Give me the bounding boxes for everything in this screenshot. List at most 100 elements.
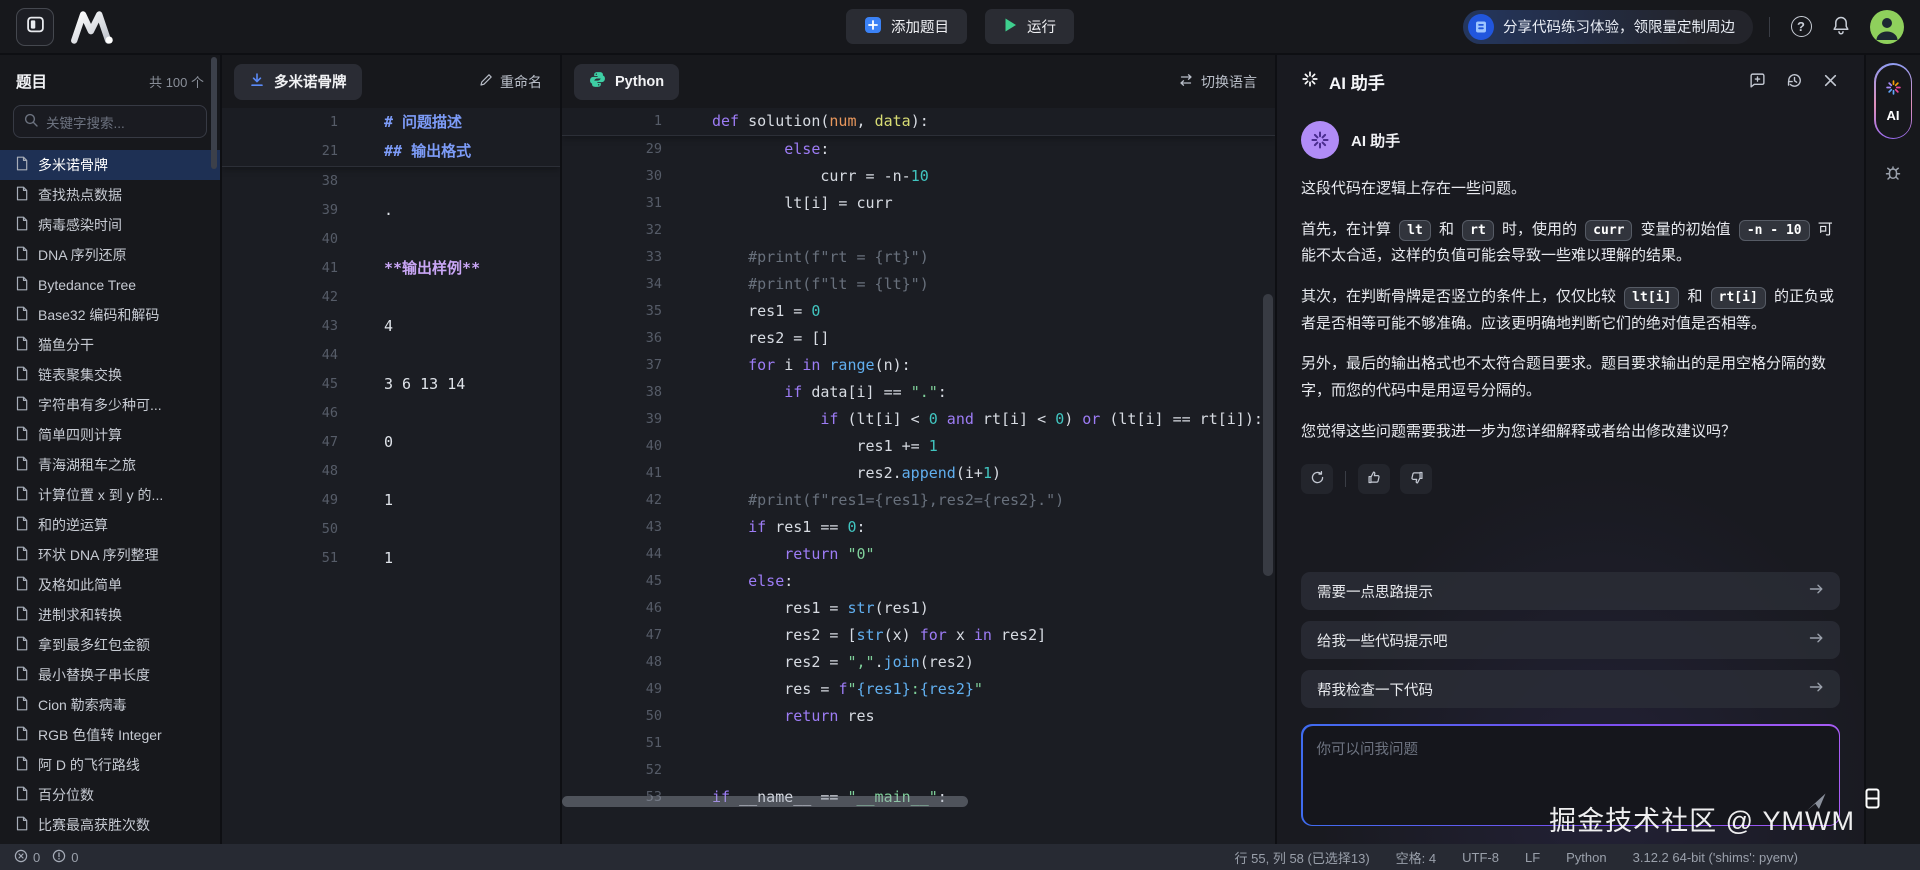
scrollbar-thumb[interactable] xyxy=(562,796,968,807)
code-line[interactable]: 46 res1 = str(res1) xyxy=(562,595,1275,622)
code-line[interactable]: 31 lt[i] = curr xyxy=(562,190,1275,217)
md-line[interactable]: 491 xyxy=(222,486,560,515)
sidebar-item[interactable]: 链表聚集交换 xyxy=(0,360,220,390)
code-line[interactable]: 42 #print(f"res1={res1},res2={res2}.") xyxy=(562,487,1275,514)
code-line[interactable]: 50 return res xyxy=(562,703,1275,730)
sidebar-item[interactable]: 百分位数 xyxy=(0,780,220,810)
md-line[interactable]: 38 xyxy=(222,167,560,196)
code-line[interactable]: 40 res1 += 1 xyxy=(562,433,1275,460)
sidebar-item[interactable]: 拿到最多红包金额 xyxy=(0,630,220,660)
help-button[interactable]: ? xyxy=(1786,12,1816,42)
code-line[interactable]: 36 res2 = [] xyxy=(562,325,1275,352)
code-line[interactable]: 38 if data[i] == ".": xyxy=(562,379,1275,406)
problem-tab[interactable]: 多米诺骨牌 xyxy=(234,64,362,100)
code-line[interactable]: 37 for i in range(n): xyxy=(562,352,1275,379)
notifications-button[interactable] xyxy=(1826,12,1856,42)
md-line[interactable]: 44 xyxy=(222,341,560,370)
new-chat-button[interactable] xyxy=(1747,70,1768,94)
md-line[interactable]: 48 xyxy=(222,457,560,486)
sidebar-item[interactable]: DNA 序列还原 xyxy=(0,240,220,270)
code-line[interactable]: 49 res = f"{res1}:{res2}" xyxy=(562,676,1275,703)
code-line[interactable]: 51 xyxy=(562,730,1275,757)
sidebar-item[interactable]: Bytedance Tree xyxy=(0,270,220,300)
sidebar-item[interactable]: 猫鱼分干 xyxy=(0,330,220,360)
promo-banner[interactable]: 分享代码练习体验，领限量定制周边 xyxy=(1463,10,1753,44)
sidebar-scrollbar[interactable] xyxy=(211,57,217,169)
code-line[interactable]: 44 return "0" xyxy=(562,541,1275,568)
rename-button[interactable]: 重命名 xyxy=(473,72,548,92)
search-input[interactable]: 关键字搜索... xyxy=(13,105,207,138)
md-line[interactable]: 42 xyxy=(222,283,560,312)
warnings-indicator[interactable]: 0 xyxy=(52,849,78,866)
problem-editor[interactable]: 1# 问题描述21## 输出格式 3839.4041**输出样例**424344… xyxy=(222,108,560,844)
md-line[interactable]: 39. xyxy=(222,196,560,225)
history-button[interactable] xyxy=(1784,70,1805,94)
code-editor[interactable]: 1def solution(num, data): 29 else:30 cur… xyxy=(562,108,1275,844)
code-vertical-scrollbar[interactable] xyxy=(1263,294,1273,576)
eol-setting[interactable]: LF xyxy=(1525,850,1540,865)
switch-language-button[interactable]: 切换语言 xyxy=(1172,72,1263,92)
ai-toggle-button[interactable]: AI xyxy=(1874,63,1912,139)
md-line[interactable]: 40 xyxy=(222,225,560,254)
close-panel-button[interactable] xyxy=(1821,71,1840,93)
sidebar-item[interactable]: Base32 编码和解码 xyxy=(0,300,220,330)
sidebar-item[interactable]: RGB 色值转 Integer xyxy=(0,720,220,750)
panel-toggle-button[interactable] xyxy=(16,8,54,46)
language-mode[interactable]: Python xyxy=(1566,850,1606,865)
code-line[interactable]: 1def solution(num, data): xyxy=(562,108,1275,135)
sidebar-item[interactable]: 比赛最高获胜次数 xyxy=(0,810,220,840)
debug-button[interactable] xyxy=(1883,163,1903,186)
md-line[interactable]: 50 xyxy=(222,515,560,544)
sidebar-item[interactable]: 进制求和转换 xyxy=(0,600,220,630)
ai-input[interactable]: 你可以问我问题 xyxy=(1301,724,1840,826)
md-line[interactable]: 21## 输出格式 xyxy=(222,137,560,166)
code-line[interactable]: 39 if (lt[i] < 0 and rt[i] < 0) or (lt[i… xyxy=(562,406,1275,433)
md-line[interactable]: 470 xyxy=(222,428,560,457)
code-line[interactable]: 34 #print(f"lt = {lt}") xyxy=(562,271,1275,298)
sidebar-item[interactable]: 字符串有多少种可... xyxy=(0,390,220,420)
md-line[interactable]: 453 6 13 14 xyxy=(222,370,560,399)
md-line[interactable]: 1# 问题描述 xyxy=(222,108,560,137)
md-line[interactable]: 41**输出样例** xyxy=(222,254,560,283)
md-line[interactable]: 511 xyxy=(222,544,560,573)
thumb-down-button[interactable] xyxy=(1400,464,1432,494)
regenerate-button[interactable] xyxy=(1301,464,1333,494)
add-problem-button[interactable]: 添加题目 xyxy=(846,9,967,44)
md-line[interactable]: 434 xyxy=(222,312,560,341)
code-line[interactable]: 47 res2 = [str(x) for x in res2] xyxy=(562,622,1275,649)
sidebar-item[interactable]: Cion 勒索病毒 xyxy=(0,690,220,720)
thumb-up-button[interactable] xyxy=(1358,464,1390,494)
ai-suggestion-button[interactable]: 给我一些代码提示吧 xyxy=(1301,621,1840,659)
avatar[interactable] xyxy=(1870,10,1904,44)
sidebar-item[interactable]: 阿 D 的飞行路线 xyxy=(0,750,220,780)
language-tab[interactable]: Python xyxy=(574,64,679,100)
code-line[interactable]: 43 if res1 == 0: xyxy=(562,514,1275,541)
sidebar-item[interactable]: 计算位置 x 到 y 的... xyxy=(0,480,220,510)
code-line[interactable]: 41 res2.append(i+1) xyxy=(562,460,1275,487)
code-line[interactable]: 29 else: xyxy=(562,136,1275,163)
md-line[interactable]: 46 xyxy=(222,399,560,428)
code-line[interactable]: 32 xyxy=(562,217,1275,244)
code-line[interactable]: 48 res2 = ",".join(res2) xyxy=(562,649,1275,676)
code-line[interactable]: 30 curr = -n-10 xyxy=(562,163,1275,190)
cursor-position[interactable]: 行 55, 列 58 (已选择13) xyxy=(1235,848,1370,867)
sidebar-item[interactable]: 病毒感染时间 xyxy=(0,210,220,240)
ai-conversation[interactable]: AI 助手 这段代码在逻辑上存在一些问题。首先，在计算 lt 和 rt 时，使用… xyxy=(1301,108,1840,708)
code-line[interactable]: 33 #print(f"rt = {rt}") xyxy=(562,244,1275,271)
sidebar-item[interactable]: 环状 DNA 序列整理 xyxy=(0,540,220,570)
sidebar-item[interactable]: 多米诺骨牌 xyxy=(0,150,220,180)
code-line[interactable]: 35 res1 = 0 xyxy=(562,298,1275,325)
interpreter-info[interactable]: 3.12.2 64-bit ('shims': pyenv) xyxy=(1633,850,1798,865)
sidebar-item[interactable]: 简单四则计算 xyxy=(0,420,220,450)
errors-indicator[interactable]: 0 xyxy=(14,849,40,866)
code-line[interactable]: 45 else: xyxy=(562,568,1275,595)
sidebar-item[interactable]: 和的逆运算 xyxy=(0,510,220,540)
indent-setting[interactable]: 空格: 4 xyxy=(1396,848,1436,867)
send-button[interactable] xyxy=(1805,792,1827,815)
sidebar-item[interactable]: 查找热点数据 xyxy=(0,180,220,210)
sidebar-item[interactable]: 最小替换子串长度 xyxy=(0,660,220,690)
m-logo[interactable] xyxy=(70,9,116,45)
ai-suggestion-button[interactable]: 需要一点思路提示 xyxy=(1301,572,1840,610)
code-line[interactable]: 52 xyxy=(562,757,1275,784)
encoding-setting[interactable]: UTF-8 xyxy=(1462,850,1499,865)
